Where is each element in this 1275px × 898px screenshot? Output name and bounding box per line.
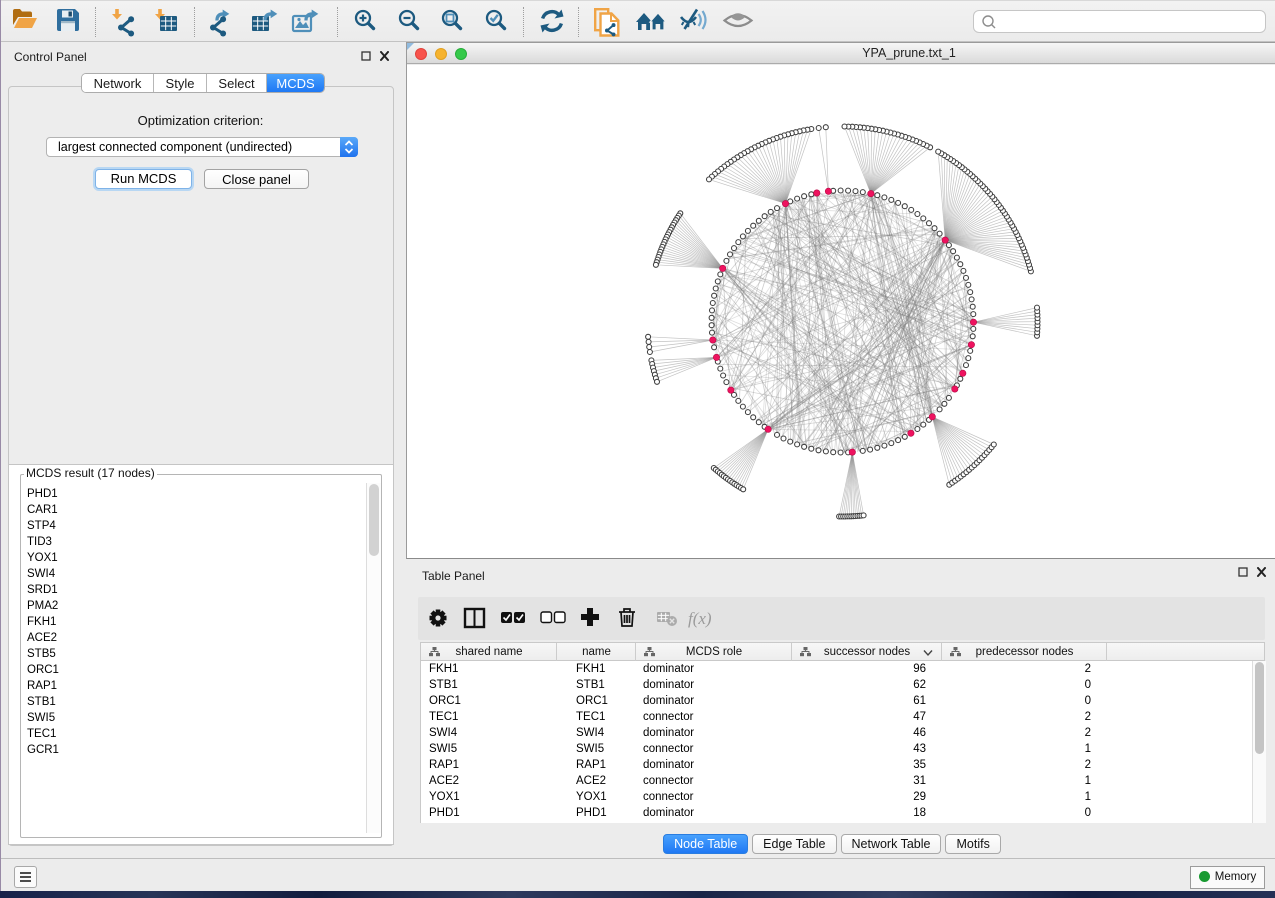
svg-text:f(x): f(x) bbox=[688, 609, 712, 628]
